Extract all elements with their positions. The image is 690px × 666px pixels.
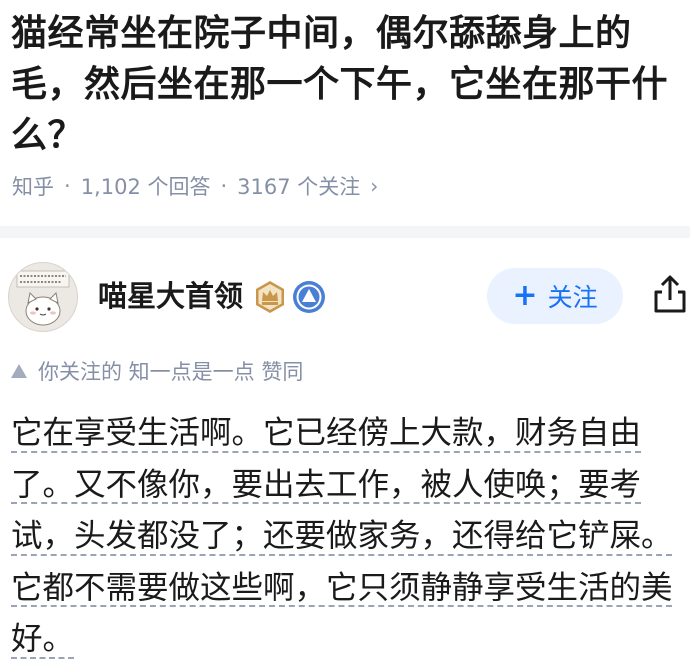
platform-name: 知乎 [12,175,54,199]
upvote-row: 你关注的 知一点是一点 赞同 [10,355,303,387]
section-divider [0,226,690,238]
follow-button[interactable]: + 关注 [487,268,623,324]
answers-count: 1,102 个回答 [80,175,211,199]
upvote-text: 你关注的 知一点是一点 赞同 [38,360,304,384]
upvote-triangle-icon [11,364,27,378]
avatar[interactable] [8,262,78,332]
question-meta[interactable]: 知乎 · 1,102 个回答 · 3167 个关注 › [12,170,378,202]
author-name[interactable]: 喵星大首领 [98,276,243,316]
follow-label: 关注 [547,283,598,312]
crown-badge-icon[interactable] [253,280,287,314]
question-title[interactable]: 猫经常坐在院子中间，偶尔舔舔身上的毛，然后坐在那一个下午，它坐在那干什么？ [11,8,679,161]
followers-count: 3167 个关注 [237,175,361,199]
cat-avatar-icon [16,270,70,326]
plus-icon: + [512,278,538,313]
share-icon[interactable] [652,274,688,314]
answer-content: 它在享受生活啊。它已经傍上大款，财务自由了。又不像你，要出去工作，被人使唤；要考… [11,415,673,657]
author-row: 喵星大首领 + 关注 [0,262,690,332]
shield-badge-icon[interactable] [292,280,326,314]
meta-separator: · [64,174,71,198]
chevron-right-icon: › [370,174,379,198]
meta-separator: · [220,174,228,198]
answer-text[interactable]: 它在享受生活啊。它已经傍上大款，财务自由了。又不像你，要出去工作，被人使唤；要考… [11,408,683,666]
